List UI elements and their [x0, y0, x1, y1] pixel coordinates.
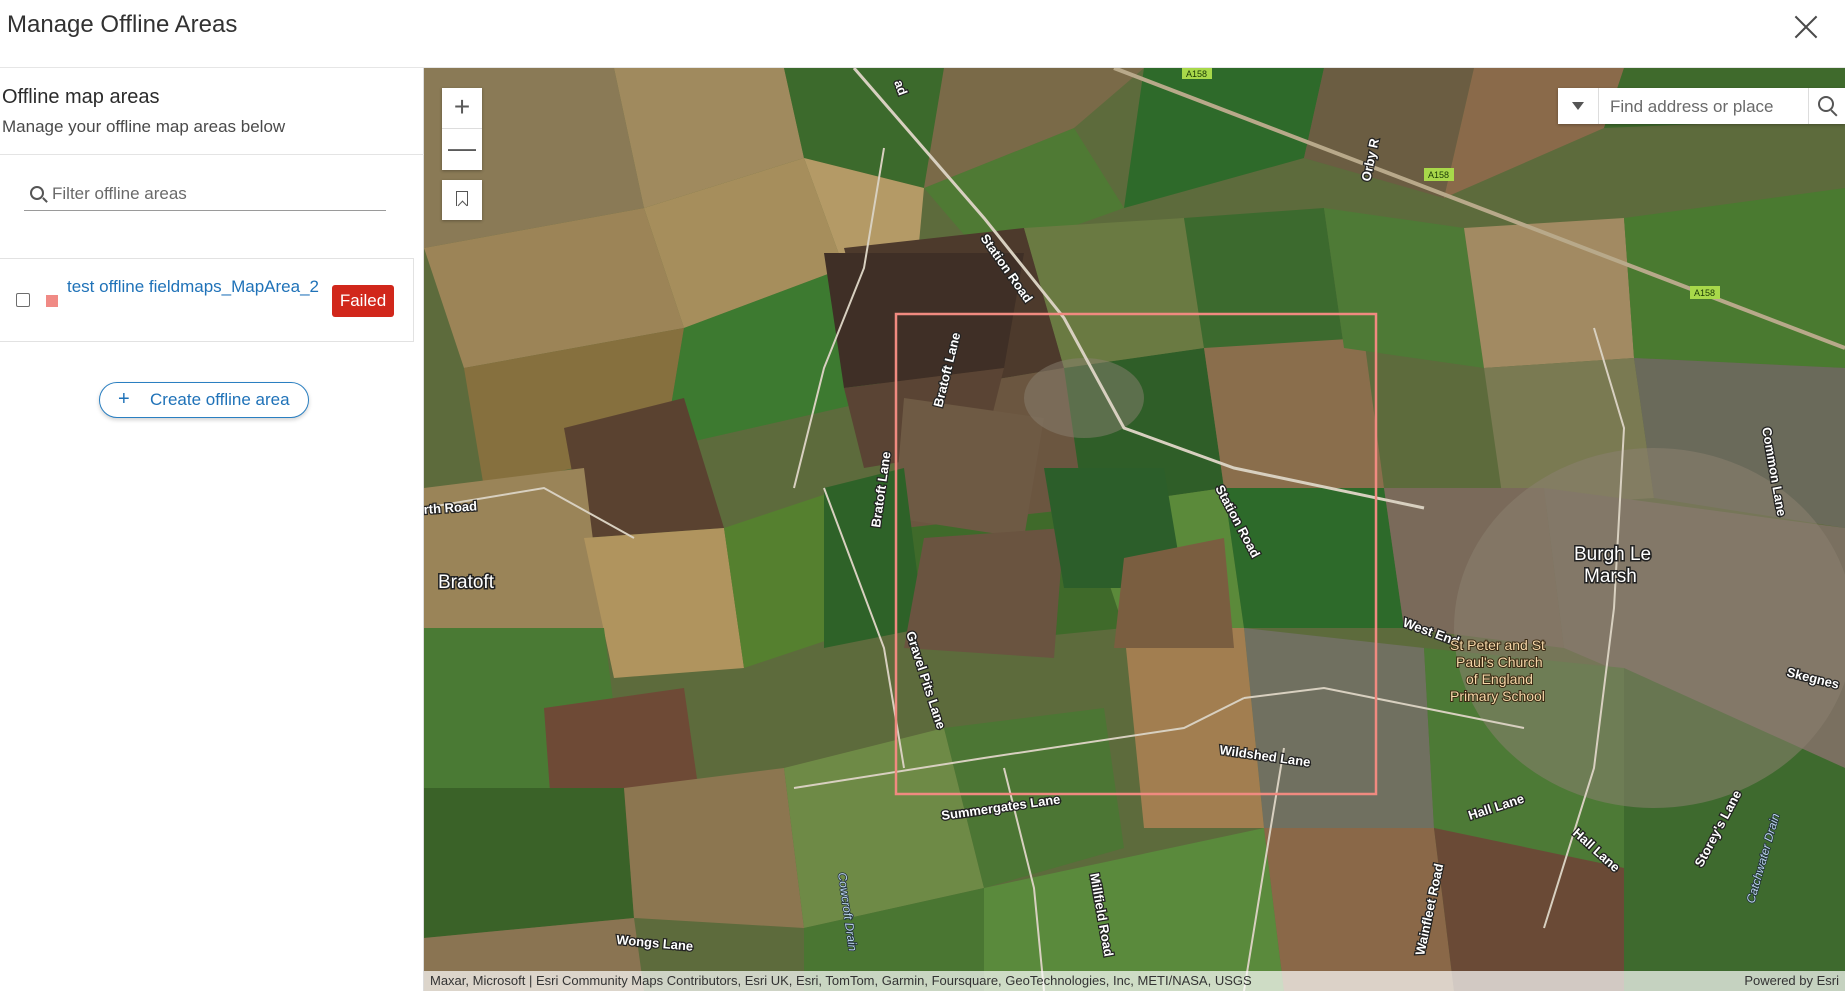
attribution-text: Maxar, Microsoft | Esri Community Maps C…	[430, 973, 1252, 988]
offline-areas-panel: Offline map areas Manage your offline ma…	[0, 68, 424, 991]
place-label: Burgh Le	[1574, 544, 1651, 565]
poi-label: Primary School	[1450, 688, 1545, 704]
area-checkbox[interactable]	[16, 293, 30, 307]
area-color-swatch	[46, 295, 58, 307]
attribution-bar: Maxar, Microsoft | Esri Community Maps C…	[424, 971, 1845, 991]
poi-label: of England	[1466, 671, 1533, 687]
chevron-down-icon[interactable]	[1558, 88, 1599, 124]
powered-by-link[interactable]: Powered by Esri	[1744, 971, 1839, 991]
area-name-link[interactable]: test offline fieldmaps_MapArea_2	[67, 274, 327, 300]
zoom-control: + —	[442, 88, 482, 170]
search-widget	[1558, 88, 1845, 124]
road-shield-label: A158	[1186, 69, 1207, 79]
status-badge: Failed	[332, 285, 394, 317]
dialog-header: Manage Offline Areas	[0, 0, 1845, 68]
search-input[interactable]	[1608, 94, 1802, 120]
plus-icon: +	[118, 388, 130, 410]
bookmark-button[interactable]	[442, 180, 482, 220]
panel-title: Offline map areas	[2, 86, 160, 108]
search-icon	[30, 186, 44, 200]
map-view[interactable]: Station Road Station Road Bratoft Lane B…	[424, 68, 1845, 991]
filter-field	[24, 178, 386, 211]
list-item[interactable]: test offline fieldmaps_MapArea_2 Failed	[0, 258, 414, 342]
create-offline-area-button[interactable]: + Create offline area	[99, 382, 309, 418]
panel-header: Offline map areas Manage your offline ma…	[0, 68, 424, 155]
poi-label: Paul's Church	[1456, 654, 1543, 670]
bookmark-icon	[456, 191, 468, 206]
place-label: Bratoft	[438, 572, 495, 593]
poi-label: St Peter and St	[1450, 637, 1545, 653]
zoom-out-button[interactable]: —	[442, 129, 482, 169]
place-label: Marsh	[1584, 566, 1637, 587]
dialog-title: Manage Offline Areas	[7, 11, 238, 38]
road-shield-label: A158	[1428, 170, 1449, 180]
zoom-in-button[interactable]: +	[442, 88, 482, 129]
road-shield-label: A158	[1694, 288, 1715, 298]
filter-input[interactable]	[50, 180, 384, 208]
close-icon[interactable]	[1789, 10, 1823, 44]
search-icon[interactable]	[1808, 88, 1845, 124]
satellite-imagery: Station Road Station Road Bratoft Lane B…	[424, 68, 1845, 991]
panel-subtitle: Manage your offline map areas below	[2, 117, 286, 136]
create-offline-area-label: Create offline area	[150, 390, 290, 409]
